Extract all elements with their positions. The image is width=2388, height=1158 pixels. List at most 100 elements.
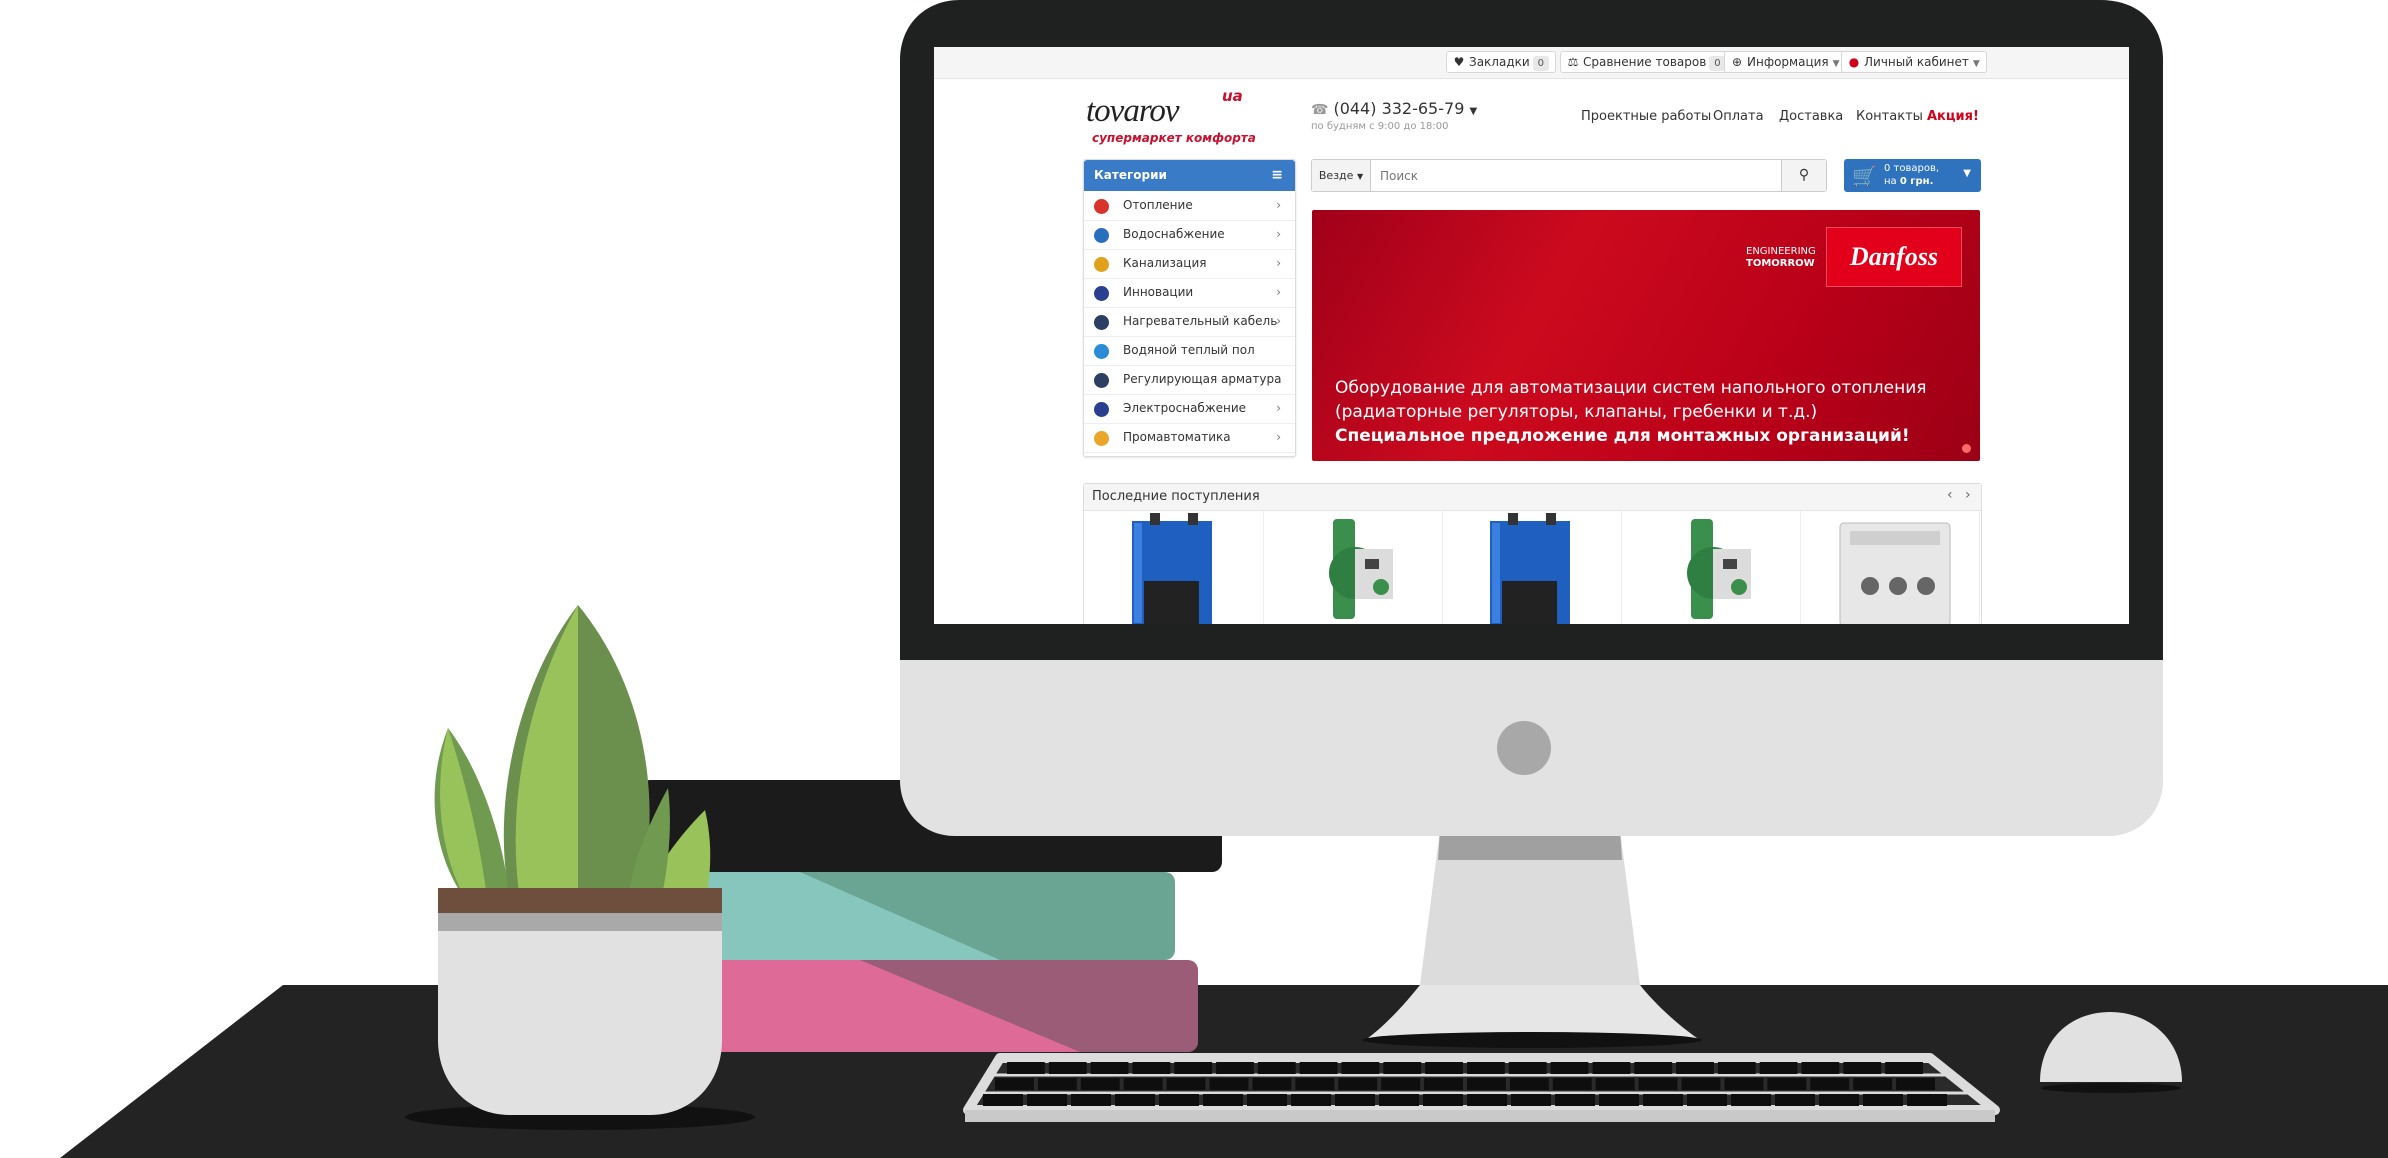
key bbox=[1801, 1062, 1840, 1074]
categories-header[interactable]: Категории ≡ bbox=[1084, 160, 1295, 191]
chevron-down-icon: ▼ bbox=[1469, 106, 1478, 117]
key bbox=[1717, 1062, 1756, 1074]
chevron-down-icon: ▼ bbox=[1832, 59, 1840, 69]
brand-tagline: ENGINEERING TOMORROW bbox=[1746, 246, 1816, 270]
category-item[interactable]: Нагревательный кабель › bbox=[1084, 307, 1295, 337]
next-arrow-icon[interactable]: › bbox=[1965, 487, 1971, 503]
key bbox=[1599, 1094, 1639, 1106]
key bbox=[1071, 1094, 1111, 1106]
tagline-line1: ENGINEERING bbox=[1746, 246, 1816, 257]
bookmarks-button[interactable]: ♥ Закладки 0 bbox=[1446, 51, 1557, 73]
nav-link-delivery[interactable]: Доставка bbox=[1779, 109, 1843, 124]
chevron-right-icon: › bbox=[1276, 430, 1281, 444]
category-icon bbox=[1094, 199, 1109, 214]
nav-link-promo[interactable]: Акция! bbox=[1927, 109, 1979, 124]
key bbox=[1341, 1062, 1380, 1074]
logo-suffix: ua bbox=[1222, 87, 1243, 105]
key bbox=[1775, 1094, 1815, 1106]
key bbox=[1810, 1078, 1850, 1090]
tagline-line2: TOMORROW bbox=[1746, 258, 1815, 269]
key bbox=[1687, 1094, 1727, 1106]
product-card[interactable] bbox=[1442, 511, 1622, 624]
account-dropdown[interactable]: ● Личный кабинет ▼ bbox=[1841, 51, 1987, 73]
product-card[interactable] bbox=[1621, 511, 1801, 624]
category-label: Водяной теплый пол bbox=[1123, 343, 1255, 357]
search-input[interactable] bbox=[1372, 160, 1777, 191]
search-scope-select[interactable]: Везде ▼ bbox=[1312, 160, 1371, 191]
key bbox=[1379, 1094, 1419, 1106]
category-item[interactable]: Канализация › bbox=[1084, 249, 1295, 279]
nav-link-contacts[interactable]: Контакты bbox=[1856, 109, 1923, 124]
key bbox=[1291, 1094, 1331, 1106]
category-label: Промавтоматика bbox=[1123, 430, 1231, 444]
key bbox=[1634, 1062, 1673, 1074]
key bbox=[1885, 1062, 1923, 1074]
product-card[interactable] bbox=[1084, 511, 1264, 624]
search-scope-label: Везде bbox=[1318, 169, 1354, 182]
key bbox=[1295, 1078, 1335, 1090]
category-item[interactable]: Инновации › bbox=[1084, 278, 1295, 308]
nav-link-payment[interactable]: Оплата bbox=[1713, 109, 1764, 124]
key bbox=[1907, 1094, 1947, 1106]
key bbox=[1592, 1062, 1631, 1074]
latest-products: Последние поступления ‹ › bbox=[1083, 483, 1982, 624]
site-logo[interactable]: tovarov ua супермаркет комфорта bbox=[1084, 87, 1256, 149]
phone-dropdown[interactable]: ☎ (044) 332-65-79 ▼ bbox=[1311, 99, 1477, 118]
category-icon bbox=[1094, 257, 1109, 272]
cart-button[interactable]: 🛒 0 товаров, на 0 грн. ▼ bbox=[1844, 159, 1981, 192]
categories-title: Категории bbox=[1094, 168, 1167, 182]
logo-slogan: супермаркет комфорта bbox=[1092, 131, 1256, 145]
category-item[interactable]: Регулирующая арматура bbox=[1084, 365, 1295, 395]
key bbox=[1511, 1094, 1551, 1106]
account-label: Личный кабинет bbox=[1864, 55, 1969, 69]
key bbox=[1027, 1094, 1067, 1106]
user-icon: ● bbox=[1848, 55, 1860, 69]
menu-icon: ≡ bbox=[1271, 167, 1283, 183]
chevron-down-icon: ▼ bbox=[1963, 168, 1971, 179]
slider-dot[interactable] bbox=[1962, 444, 1971, 453]
category-item[interactable]: Водяной теплый пол bbox=[1084, 336, 1295, 366]
key bbox=[1425, 1062, 1463, 1074]
key bbox=[1174, 1062, 1213, 1074]
key bbox=[1080, 1078, 1120, 1090]
cart-total-value: 0 грн. bbox=[1899, 176, 1934, 187]
product-card[interactable] bbox=[1800, 511, 1980, 624]
promo-banner[interactable]: ENGINEERING TOMORROW Danfoss Оборудование… bbox=[1312, 210, 1980, 461]
key bbox=[1555, 1094, 1595, 1106]
category-item[interactable]: Электроснабжение › bbox=[1084, 394, 1295, 424]
banner-line2: (радиаторные регуляторы, клапаны, гребен… bbox=[1335, 402, 1818, 422]
key bbox=[1467, 1094, 1507, 1106]
thermostat-image bbox=[1839, 522, 1951, 624]
key bbox=[1159, 1094, 1199, 1106]
cart-total-prefix: на bbox=[1884, 176, 1900, 187]
key bbox=[1595, 1078, 1635, 1090]
key bbox=[1247, 1094, 1287, 1106]
key bbox=[1123, 1078, 1163, 1090]
nav-link-projects[interactable]: Проектные работы bbox=[1581, 109, 1711, 124]
search-bar: Везде ▼ ⚲ bbox=[1311, 159, 1827, 192]
key bbox=[1508, 1062, 1547, 1074]
key bbox=[1643, 1094, 1683, 1106]
category-label: Нагревательный кабель bbox=[1123, 314, 1278, 328]
category-item[interactable]: Отопление › bbox=[1084, 191, 1295, 221]
latest-products-header: Последние поступления ‹ › bbox=[1084, 484, 1981, 511]
chevron-right-icon: › bbox=[1276, 227, 1281, 241]
key bbox=[1896, 1078, 1935, 1090]
key bbox=[983, 1094, 1023, 1106]
globe-icon: ⊕ bbox=[1731, 55, 1743, 69]
prev-arrow-icon[interactable]: ‹ bbox=[1947, 487, 1953, 503]
info-dropdown[interactable]: ⊕ Информация ▼ bbox=[1724, 51, 1847, 73]
category-item[interactable]: Водоснабжение › bbox=[1084, 220, 1295, 250]
compare-button[interactable]: ⚖ Сравнение товаров 0 bbox=[1560, 51, 1733, 73]
key bbox=[1209, 1078, 1249, 1090]
key bbox=[1638, 1078, 1678, 1090]
category-item[interactable]: Промавтоматика › bbox=[1084, 423, 1295, 453]
key bbox=[1115, 1094, 1155, 1106]
key bbox=[1552, 1078, 1592, 1090]
key bbox=[1509, 1078, 1549, 1090]
product-card[interactable] bbox=[1263, 511, 1443, 624]
key bbox=[995, 1078, 1034, 1090]
category-label: Канализация bbox=[1123, 256, 1207, 270]
search-button[interactable]: ⚲ bbox=[1781, 160, 1826, 191]
category-icon bbox=[1094, 373, 1109, 388]
